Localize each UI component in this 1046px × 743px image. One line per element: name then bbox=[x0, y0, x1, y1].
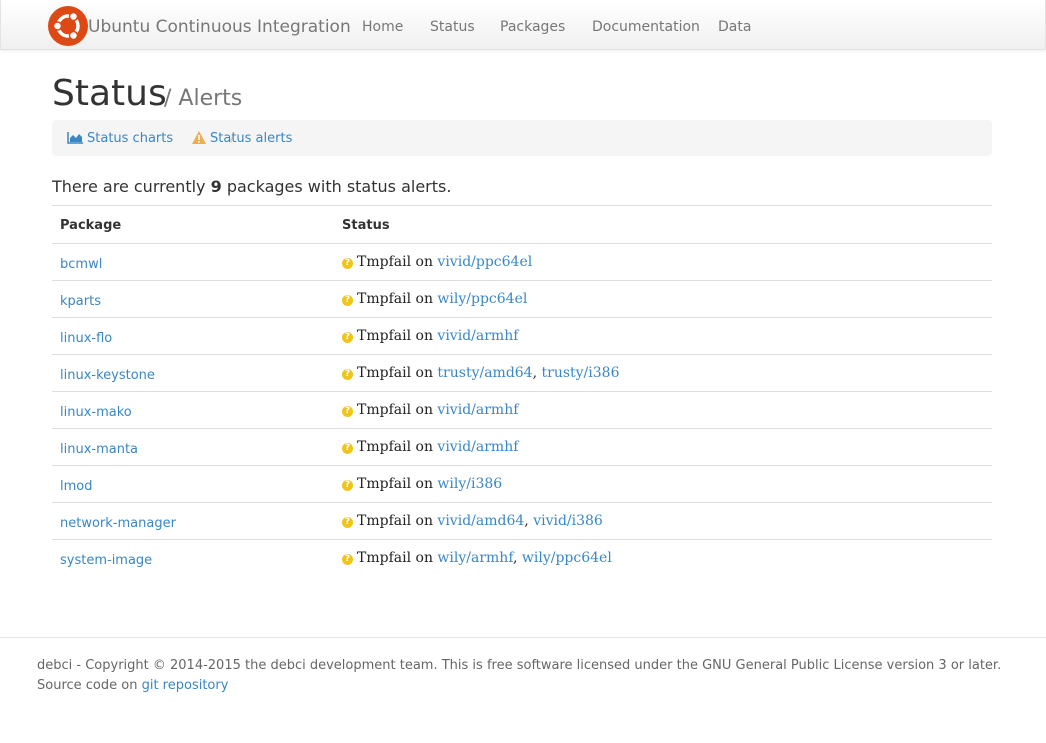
nav-item-packages[interactable]: Packages bbox=[500, 19, 565, 35]
alerts-count: 9 bbox=[210, 177, 222, 196]
question-circle-icon: ? bbox=[342, 443, 353, 454]
footer-copyright: debci - Copyright © 2014-2015 the debci … bbox=[37, 658, 1002, 673]
table-row: lmod? Tmpfail on wily/i386 bbox=[52, 466, 992, 503]
table-row: bcmwl? Tmpfail on vivid/ppc64el bbox=[52, 244, 992, 281]
ubuntu-logo-icon[interactable] bbox=[48, 6, 88, 46]
warning-icon bbox=[192, 131, 206, 144]
status-text: Tmpfail on bbox=[357, 439, 433, 455]
package-link[interactable]: linux-manta bbox=[60, 442, 138, 457]
table-header: Package Status bbox=[52, 205, 992, 244]
target-link[interactable]: wily/i386 bbox=[437, 476, 502, 492]
breadcrumb-status-alerts[interactable]: Status alerts bbox=[210, 131, 292, 146]
breadcrumb-status-charts[interactable]: Status charts bbox=[87, 131, 173, 146]
target-link[interactable]: vivid/armhf bbox=[437, 439, 518, 455]
status-text: Tmpfail on bbox=[357, 365, 433, 381]
table-row: system-image? Tmpfail on wily/armhf, wily… bbox=[52, 540, 992, 576]
package-link[interactable]: linux-mako bbox=[60, 405, 132, 420]
question-circle-icon: ? bbox=[342, 480, 353, 491]
status-text: Tmpfail on bbox=[357, 513, 433, 529]
status-cell: ? Tmpfail on vivid/armhf bbox=[342, 402, 518, 418]
status-cell: ? Tmpfail on vivid/armhf bbox=[342, 328, 518, 344]
status-text: Tmpfail on bbox=[357, 476, 433, 492]
target-link[interactable]: vivid/amd64 bbox=[437, 513, 524, 529]
package-link[interactable]: system-image bbox=[60, 553, 152, 568]
target-link[interactable]: wily/ppc64el bbox=[437, 291, 527, 307]
question-circle-icon: ? bbox=[342, 332, 353, 343]
breadcrumb: Status charts / Status alerts bbox=[52, 120, 992, 156]
summary-prefix: There are currently bbox=[52, 177, 211, 196]
package-link[interactable]: lmod bbox=[60, 479, 92, 494]
question-circle-icon: ? bbox=[342, 369, 353, 380]
alerts-table: Package Status bcmwl? Tmpfail on vivid/pp… bbox=[52, 205, 992, 576]
git-repository-link[interactable]: git repository bbox=[142, 678, 229, 693]
target-link[interactable]: trusty/i386 bbox=[542, 365, 620, 381]
table-row: linux-mako? Tmpfail on vivid/armhf bbox=[52, 392, 992, 429]
page-subtitle: / Alerts bbox=[164, 86, 243, 111]
status-text: Tmpfail on bbox=[357, 550, 433, 566]
target-link[interactable]: vivid/armhf bbox=[437, 402, 518, 418]
target-link[interactable]: wily/armhf bbox=[437, 550, 513, 566]
target-link[interactable]: trusty/amd64 bbox=[437, 365, 532, 381]
package-link[interactable]: network-manager bbox=[60, 516, 176, 531]
question-circle-icon: ? bbox=[342, 258, 353, 269]
status-cell: ? Tmpfail on vivid/amd64, vivid/i386 bbox=[342, 513, 603, 529]
question-circle-icon: ? bbox=[342, 517, 353, 528]
table-row: linux-keystone? Tmpfail on trusty/amd64, … bbox=[52, 355, 992, 392]
package-link[interactable]: kparts bbox=[60, 294, 101, 309]
target-link[interactable]: vivid/armhf bbox=[437, 328, 518, 344]
area-chart-icon bbox=[67, 132, 83, 144]
status-text: Tmpfail on bbox=[357, 291, 433, 307]
question-circle-icon: ? bbox=[342, 554, 353, 565]
status-cell: ? Tmpfail on vivid/armhf bbox=[342, 439, 518, 455]
status-cell: ? Tmpfail on vivid/ppc64el bbox=[342, 254, 532, 270]
package-link[interactable]: linux-keystone bbox=[60, 368, 155, 383]
status-cell: ? Tmpfail on wily/armhf, wily/ppc64el bbox=[342, 550, 612, 566]
question-circle-icon: ? bbox=[342, 295, 353, 306]
navbar: Ubuntu Continuous Integration Home Statu… bbox=[0, 0, 1046, 50]
footer-source: Source code on git repository bbox=[37, 676, 1001, 696]
question-circle-icon: ? bbox=[342, 406, 353, 417]
header-status: Status bbox=[342, 218, 390, 233]
table-row: linux-flo? Tmpfail on vivid/armhf bbox=[52, 318, 992, 355]
status-text: Tmpfail on bbox=[357, 254, 433, 270]
package-link[interactable]: bcmwl bbox=[60, 257, 102, 272]
target-link[interactable]: wily/ppc64el bbox=[522, 550, 612, 566]
nav-item-home[interactable]: Home bbox=[362, 19, 403, 35]
status-cell: ? Tmpfail on wily/i386 bbox=[342, 476, 502, 492]
navbar-brand[interactable]: Ubuntu Continuous Integration bbox=[88, 17, 351, 37]
nav-item-documentation[interactable]: Documentation bbox=[592, 19, 700, 35]
status-cell: ? Tmpfail on wily/ppc64el bbox=[342, 291, 527, 307]
target-link[interactable]: vivid/i386 bbox=[533, 513, 603, 529]
alerts-summary: There are currently 9 packages with stat… bbox=[52, 177, 451, 196]
footer-source-label: Source code on bbox=[37, 678, 142, 693]
nav-item-status[interactable]: Status bbox=[430, 19, 475, 35]
status-text: Tmpfail on bbox=[357, 328, 433, 344]
status-cell: ? Tmpfail on trusty/amd64, trusty/i386 bbox=[342, 365, 619, 381]
summary-suffix: packages with status alerts. bbox=[221, 177, 452, 196]
footer: debci - Copyright © 2014-2015 the debci … bbox=[37, 656, 1001, 696]
header-package: Package bbox=[60, 218, 122, 233]
table-row: network-manager? Tmpfail on vivid/amd64, … bbox=[52, 503, 992, 540]
table-row: kparts? Tmpfail on wily/ppc64el bbox=[52, 281, 992, 318]
page-title: Status bbox=[52, 73, 167, 114]
target-link[interactable]: vivid/ppc64el bbox=[437, 254, 532, 270]
package-link[interactable]: linux-flo bbox=[60, 331, 112, 346]
table-row: linux-manta? Tmpfail on vivid/armhf bbox=[52, 429, 992, 466]
status-text: Tmpfail on bbox=[357, 402, 433, 418]
footer-divider bbox=[0, 637, 1046, 638]
nav-item-data[interactable]: Data bbox=[718, 19, 751, 35]
